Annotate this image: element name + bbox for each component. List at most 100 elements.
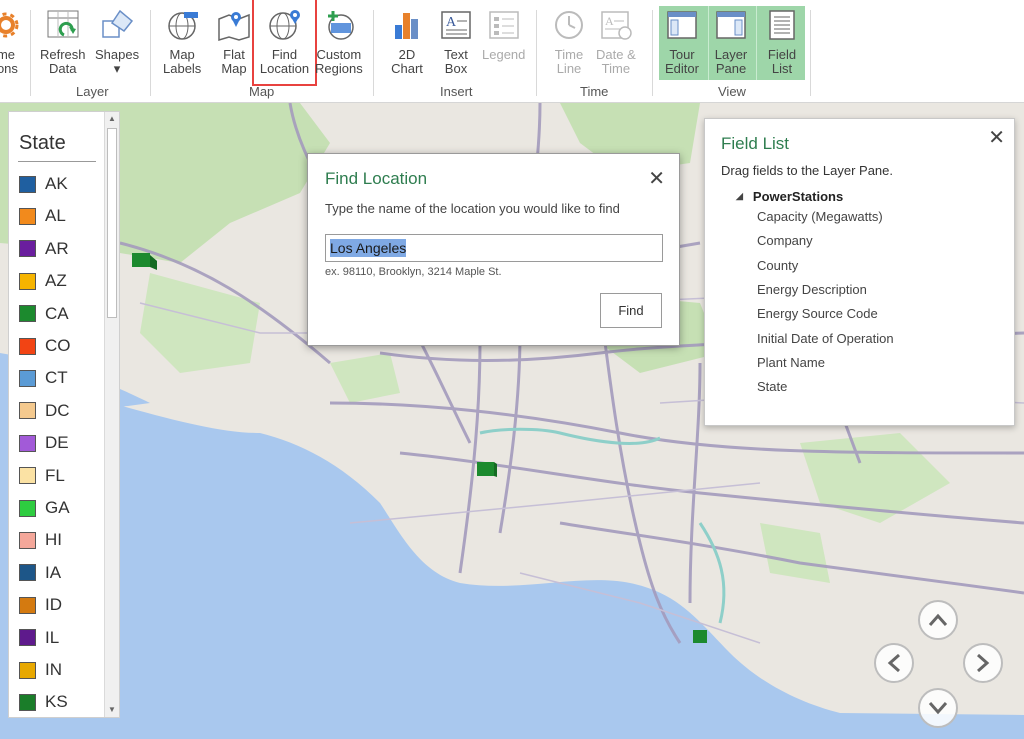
field-list-label: Field List bbox=[767, 47, 797, 76]
legend-item[interactable]: AR bbox=[19, 239, 69, 259]
power-station-marker[interactable] bbox=[477, 462, 497, 477]
legend-item-label: AL bbox=[45, 206, 66, 226]
legend-item[interactable]: CT bbox=[19, 368, 68, 388]
custom-regions-button[interactable]: Custom Regions bbox=[315, 8, 363, 76]
legend-swatch bbox=[19, 531, 36, 549]
2d-chart-button[interactable]: 2D Chart bbox=[389, 8, 425, 76]
tilt-down-button[interactable] bbox=[918, 688, 958, 728]
field-list-button[interactable]: Field List bbox=[764, 8, 800, 76]
refresh-data-icon bbox=[45, 8, 81, 42]
power-station-marker[interactable] bbox=[693, 630, 707, 643]
themes-options-button[interactable]: me ions bbox=[0, 8, 24, 76]
dialog-prompt: Type the name of the location you would … bbox=[325, 201, 620, 216]
legend-item-label: IA bbox=[45, 562, 62, 582]
legend-item[interactable]: CO bbox=[19, 336, 71, 356]
legend-item-label: AR bbox=[45, 238, 69, 258]
location-search-input[interactable]: Los Angeles bbox=[325, 234, 663, 262]
find-location-label: Find Location bbox=[259, 47, 310, 76]
legend-item[interactable]: DC bbox=[19, 401, 70, 421]
legend-swatch bbox=[19, 693, 36, 711]
field-item[interactable]: Energy Description bbox=[757, 282, 867, 297]
legend-icon bbox=[486, 8, 522, 42]
time-line-label: Time Line bbox=[554, 47, 584, 76]
tilt-up-button[interactable] bbox=[918, 600, 958, 640]
legend-item[interactable]: ID bbox=[19, 595, 62, 615]
find-location-button[interactable]: Find Location bbox=[252, 0, 317, 86]
scroll-down-arrow-icon[interactable]: ▼ bbox=[105, 703, 119, 717]
close-icon[interactable]: ✕ bbox=[988, 125, 1005, 150]
legend-item[interactable]: KS bbox=[19, 692, 68, 712]
text-box-label: Text Box bbox=[444, 47, 468, 76]
legend-button[interactable]: Legend bbox=[482, 8, 525, 62]
tour-editor-button[interactable]: Tour Editor bbox=[664, 8, 700, 76]
legend-item[interactable]: HI bbox=[19, 530, 62, 550]
map-labels-icon bbox=[164, 8, 200, 42]
separator bbox=[536, 10, 537, 96]
refresh-data-label: Refresh Data bbox=[40, 47, 86, 76]
legend-item[interactable]: IA bbox=[19, 563, 61, 583]
time-line-button[interactable]: Time Line bbox=[551, 8, 587, 76]
legend-item[interactable]: CA bbox=[19, 304, 69, 324]
field-item[interactable]: Company bbox=[757, 233, 813, 248]
scrollbar-thumb[interactable] bbox=[107, 128, 117, 318]
chevron-up-icon bbox=[928, 613, 948, 626]
legend-item[interactable]: AL bbox=[19, 206, 66, 226]
date-time-button[interactable]: A Date & Time bbox=[596, 8, 636, 76]
2d-chart-label: 2D Chart bbox=[391, 47, 423, 76]
scroll-up-arrow-icon[interactable]: ▲ bbox=[105, 112, 119, 126]
separator bbox=[810, 10, 811, 96]
legend-item[interactable]: FL bbox=[19, 466, 65, 486]
map-group-label: Map bbox=[249, 84, 275, 99]
insert-group-label: Insert bbox=[440, 84, 473, 99]
legend-item[interactable]: IL bbox=[19, 628, 59, 648]
layer-pane-button[interactable]: Layer Pane bbox=[713, 8, 749, 76]
legend-label: Legend bbox=[482, 47, 526, 62]
layer-pane-label: Layer Pane bbox=[714, 47, 748, 76]
legend-item-label: DE bbox=[45, 433, 69, 453]
shapes-button[interactable]: Shapes ▾ bbox=[95, 8, 139, 76]
legend-swatch bbox=[19, 207, 36, 225]
field-item[interactable]: County bbox=[757, 258, 798, 273]
legend-item-label: AZ bbox=[45, 271, 67, 291]
legend-swatch bbox=[19, 467, 36, 485]
legend-item-label: FL bbox=[45, 465, 65, 485]
legend-swatch bbox=[19, 629, 36, 647]
tour-editor-icon bbox=[664, 8, 700, 42]
date-time-icon: A bbox=[598, 8, 634, 42]
legend-scrollbar[interactable]: ▲ ▼ bbox=[104, 112, 119, 717]
refresh-data-button[interactable]: Refresh Data bbox=[40, 8, 86, 76]
legend-item[interactable]: AZ bbox=[19, 271, 67, 291]
collapse-triangle-icon[interactable]: ◢ bbox=[736, 191, 743, 202]
legend-item-label: AK bbox=[45, 174, 68, 193]
legend-item[interactable]: DE bbox=[19, 433, 69, 453]
flat-map-button[interactable]: Flat Map bbox=[216, 8, 252, 76]
globe-pin-icon bbox=[267, 8, 303, 42]
legend-panel: State AK AL AR AZ CA CO CT DC DE FL GA HI IA ID IL IN KS… bbox=[8, 111, 120, 718]
legend-item[interactable]: GA bbox=[19, 498, 70, 518]
field-item[interactable]: Capacity (Megawatts) bbox=[757, 209, 883, 224]
legend-item[interactable]: IN bbox=[19, 660, 62, 680]
map-labels-button[interactable]: Map Labels bbox=[163, 8, 201, 76]
legend-item-label: KS bbox=[45, 692, 68, 712]
field-item[interactable]: Initial Date of Operation bbox=[757, 331, 894, 346]
text-box-button[interactable]: A Text Box bbox=[438, 8, 474, 76]
separator bbox=[30, 10, 31, 96]
shapes-label: Shapes ▾ bbox=[95, 47, 140, 76]
legend-item[interactable]: AK bbox=[19, 174, 68, 194]
chevron-left-icon bbox=[887, 653, 900, 673]
find-button[interactable]: Find bbox=[600, 293, 662, 328]
layer-pane-icon bbox=[713, 8, 749, 42]
rotate-left-button[interactable] bbox=[874, 643, 914, 683]
shapes-icon bbox=[99, 8, 135, 42]
field-item[interactable]: Energy Source Code bbox=[757, 306, 878, 321]
field-item[interactable]: Plant Name bbox=[757, 355, 825, 370]
rotate-right-button[interactable] bbox=[963, 643, 1003, 683]
field-group-powerstations[interactable]: ◢ PowerStations bbox=[736, 189, 843, 204]
field-item[interactable]: State bbox=[757, 379, 787, 394]
legend-title: State bbox=[19, 132, 66, 154]
close-icon[interactable]: ✕ bbox=[648, 166, 665, 191]
legend-swatch bbox=[19, 596, 36, 614]
separator bbox=[652, 10, 653, 96]
legend-divider bbox=[18, 161, 96, 162]
custom-regions-icon bbox=[321, 8, 357, 42]
